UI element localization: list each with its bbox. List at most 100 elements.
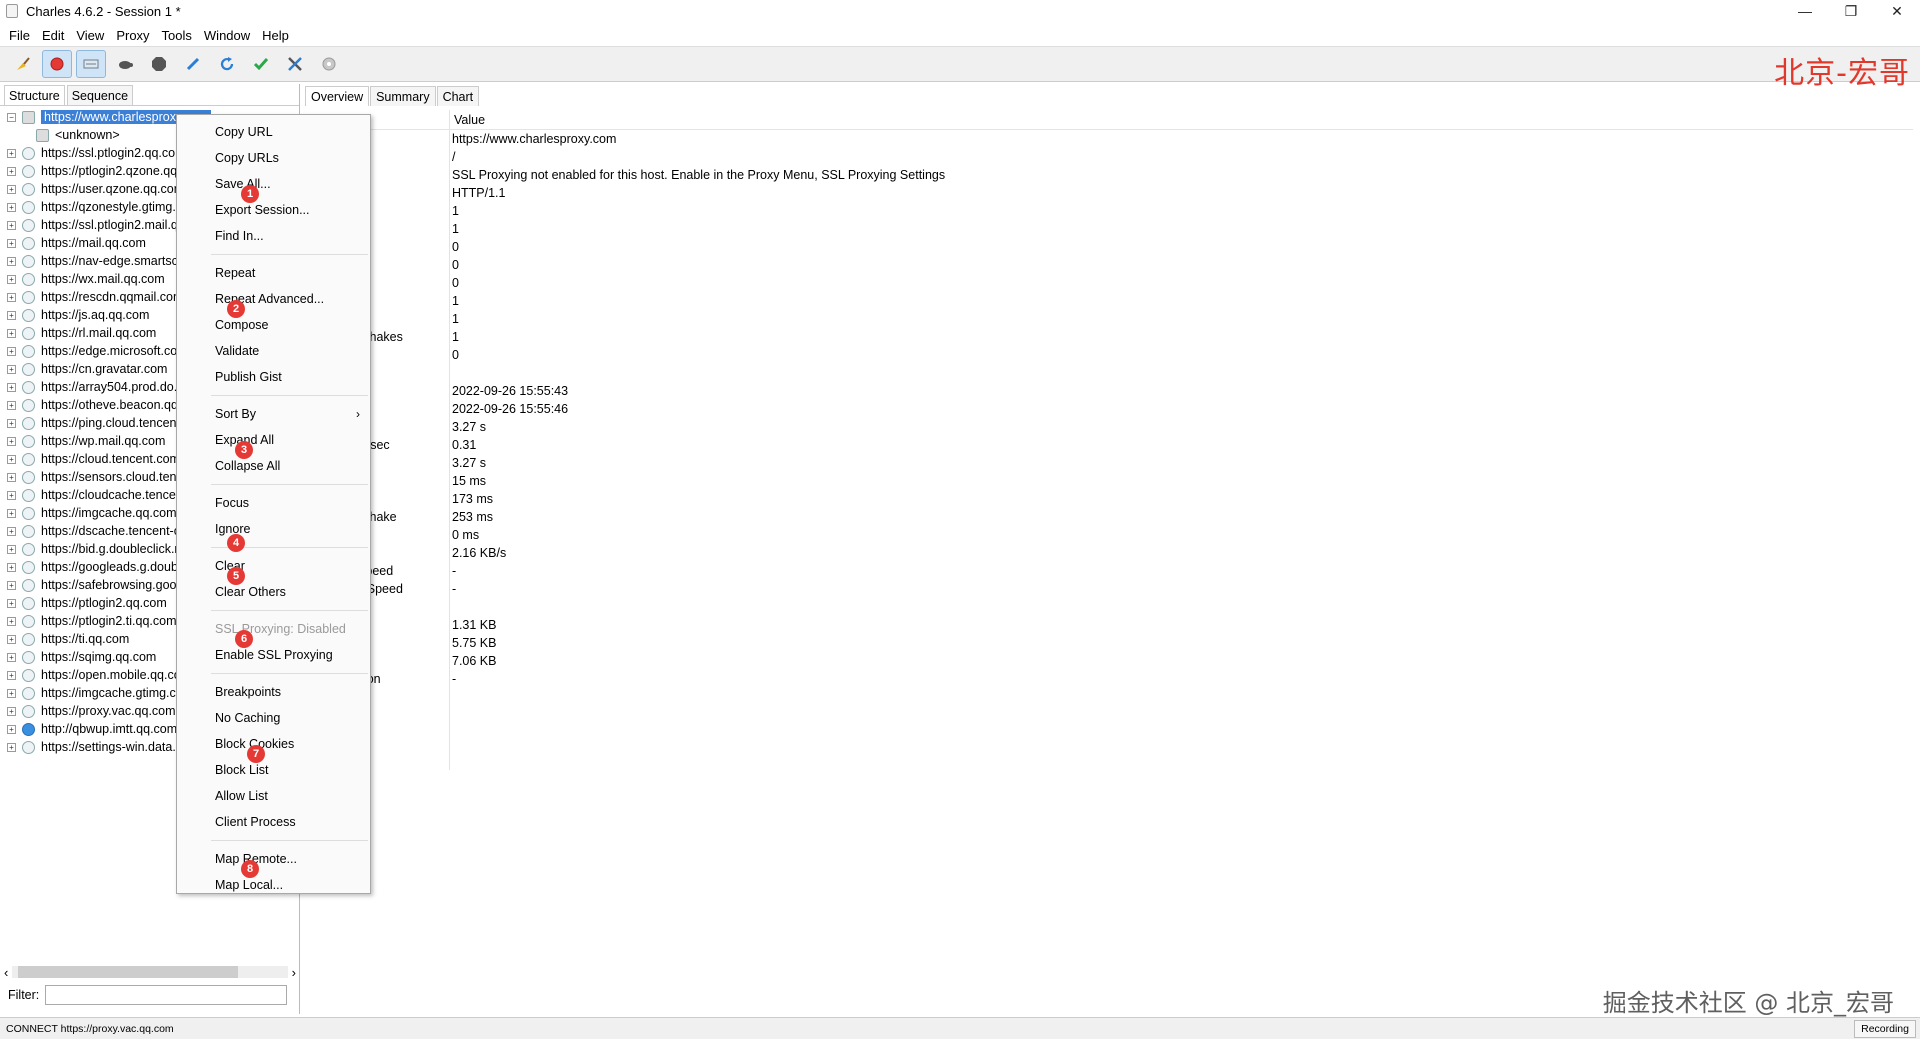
menu-item-map-remote[interactable]: Map Remote... 8 <box>177 846 370 878</box>
menu-item-sort-by[interactable]: Sort By › <box>177 401 370 427</box>
overview-row[interactable]: Compression- <box>303 672 1913 690</box>
overview-row[interactable]: Connects1 <box>303 312 1913 330</box>
overview-row[interactable]: Response Speed- <box>303 582 1913 600</box>
menu-item-find-in[interactable]: Find In... <box>177 223 370 249</box>
overview-row[interactable]: Kept Alive0 <box>303 348 1913 366</box>
expand-icon[interactable]: + <box>7 166 16 176</box>
broom-icon[interactable] <box>8 50 38 78</box>
menu-item-no-caching[interactable]: No Caching <box>177 705 370 731</box>
expand-icon[interactable]: + <box>7 220 16 230</box>
refresh-icon[interactable] <box>212 50 242 78</box>
scroll-track[interactable] <box>12 966 288 978</box>
overview-row[interactable]: TLS Handshake253 ms <box>303 510 1913 528</box>
tab-sequence[interactable]: Sequence <box>66 85 134 105</box>
tab-structure[interactable]: Structure <box>4 85 65 105</box>
overview-row[interactable]: Duration3.27 s <box>303 456 1913 474</box>
horizontal-scrollbar[interactable]: ‹ › <box>4 964 296 980</box>
expand-icon[interactable]: + <box>7 526 16 536</box>
recording-badge[interactable]: Recording <box>1854 1020 1916 1038</box>
expand-icon[interactable]: + <box>7 580 16 590</box>
overview-row[interactable]: Requests1 <box>303 204 1913 222</box>
scroll-right-icon[interactable]: › <box>292 965 296 980</box>
pen-icon[interactable] <box>178 50 208 78</box>
overview-row[interactable]: End2022-09-26 15:55:46 <box>303 402 1913 420</box>
filter-input[interactable] <box>45 985 288 1005</box>
menu-item-repeat-advanced[interactable]: Repeat Advanced... <box>177 286 370 312</box>
menu-item-breakpoints[interactable]: Breakpoints <box>177 679 370 705</box>
menu-item-block-cookies[interactable]: Block Cookies 7 <box>177 731 370 763</box>
expand-icon[interactable]: + <box>7 400 16 410</box>
menu-item-focus[interactable]: Focus <box>177 490 370 516</box>
throttle-icon[interactable] <box>76 50 106 78</box>
overview-row[interactable]: Combined7.06 KB <box>303 654 1913 672</box>
expand-icon[interactable]: + <box>7 562 16 572</box>
expand-icon[interactable]: + <box>7 688 16 698</box>
expand-icon[interactable]: + <box>7 274 16 284</box>
expand-icon[interactable]: + <box>7 364 16 374</box>
expand-icon[interactable]: + <box>7 292 16 302</box>
scroll-thumb[interactable] <box>18 966 239 978</box>
menu-item-expand-all[interactable]: Expand All 3 <box>177 427 370 459</box>
expand-icon[interactable]: + <box>7 436 16 446</box>
overview-row[interactable]: Hosthttps://www.charlesproxy.com <box>303 132 1913 150</box>
minimize-button[interactable]: — <box>1782 0 1828 22</box>
overview-row[interactable]: Latency0 ms <box>303 528 1913 546</box>
menu-item-clear-others[interactable]: Clear Others <box>177 579 370 605</box>
record-icon[interactable] <box>42 50 72 78</box>
expand-icon[interactable]: + <box>7 184 16 194</box>
menu-item-export-session[interactable]: Export Session... <box>177 197 370 223</box>
expand-icon[interactable]: + <box>7 328 16 338</box>
menu-file[interactable]: File <box>5 28 38 43</box>
expand-icon[interactable]: + <box>7 670 16 680</box>
overview-row[interactable]: Completed1 <box>303 222 1913 240</box>
expand-icon[interactable]: + <box>7 202 16 212</box>
menu-tools[interactable]: Tools <box>158 28 200 43</box>
menu-item-copy-urls[interactable]: Copy URLs <box>177 145 370 171</box>
close-button[interactable]: ✕ <box>1874 0 1920 22</box>
menu-window[interactable]: Window <box>200 28 258 43</box>
menu-item-enable-ssl-proxying[interactable]: Enable SSL Proxying <box>177 642 370 668</box>
overview-row[interactable]: Incomplete0 <box>303 240 1913 258</box>
expand-icon[interactable]: + <box>7 490 16 500</box>
overview-row[interactable]: Timespan3.27 s <box>303 420 1913 438</box>
tools-icon[interactable] <box>280 50 310 78</box>
overview-row[interactable]: Failed0 <box>303 258 1913 276</box>
menu-item-map-local[interactable]: Map Local... <box>177 872 370 898</box>
menu-item-block-list[interactable]: Block List <box>177 757 370 783</box>
menu-proxy[interactable]: Proxy <box>112 28 157 43</box>
expand-icon[interactable]: + <box>7 544 16 554</box>
overview-row[interactable] <box>303 366 1913 384</box>
menu-view[interactable]: View <box>72 28 112 43</box>
menu-edit[interactable]: Edit <box>38 28 72 43</box>
menu-item-ignore[interactable]: Ignore 4 <box>177 516 370 552</box>
turtle-icon[interactable] <box>110 50 140 78</box>
menu-item-collapse-all[interactable]: Collapse All <box>177 453 370 479</box>
overview-row[interactable]: DNS1 <box>303 294 1913 312</box>
overview-row[interactable]: Responses5.75 KB <box>303 636 1913 654</box>
stop-icon[interactable] <box>144 50 174 78</box>
menu-item-compose[interactable]: Compose 2 <box>177 300 370 338</box>
expand-icon[interactable]: + <box>7 148 16 158</box>
scroll-left-icon[interactable]: ‹ <box>4 965 8 980</box>
expand-icon[interactable]: + <box>7 346 16 356</box>
overview-row[interactable]: Requests1.31 KB <box>303 618 1913 636</box>
expand-icon[interactable]: + <box>7 706 16 716</box>
expand-icon[interactable]: + <box>7 256 16 266</box>
menu-item-allow-list[interactable]: Allow List <box>177 783 370 809</box>
overview-row[interactable]: NotesSSL Proxying not enabled for this h… <box>303 168 1913 186</box>
menu-item-validate[interactable]: Validate <box>177 338 370 364</box>
menu-item-publish-gist[interactable]: Publish Gist <box>177 364 370 390</box>
collapse-icon[interactable]: − <box>7 112 16 122</box>
expand-icon[interactable]: + <box>7 652 16 662</box>
overview-row[interactable]: Requests / sec0.31 <box>303 438 1913 456</box>
expand-icon[interactable]: + <box>7 382 16 392</box>
overview-row[interactable] <box>303 600 1913 618</box>
tab-chart[interactable]: Chart <box>436 86 480 106</box>
menu-item-client-process[interactable]: Client Process <box>177 809 370 835</box>
expand-icon[interactable]: + <box>7 742 16 752</box>
tab-overview[interactable]: Overview <box>305 86 370 106</box>
expand-icon[interactable]: + <box>7 634 16 644</box>
check-icon[interactable] <box>246 50 276 78</box>
gear-icon[interactable] <box>314 50 344 78</box>
expand-icon[interactable]: + <box>7 418 16 428</box>
